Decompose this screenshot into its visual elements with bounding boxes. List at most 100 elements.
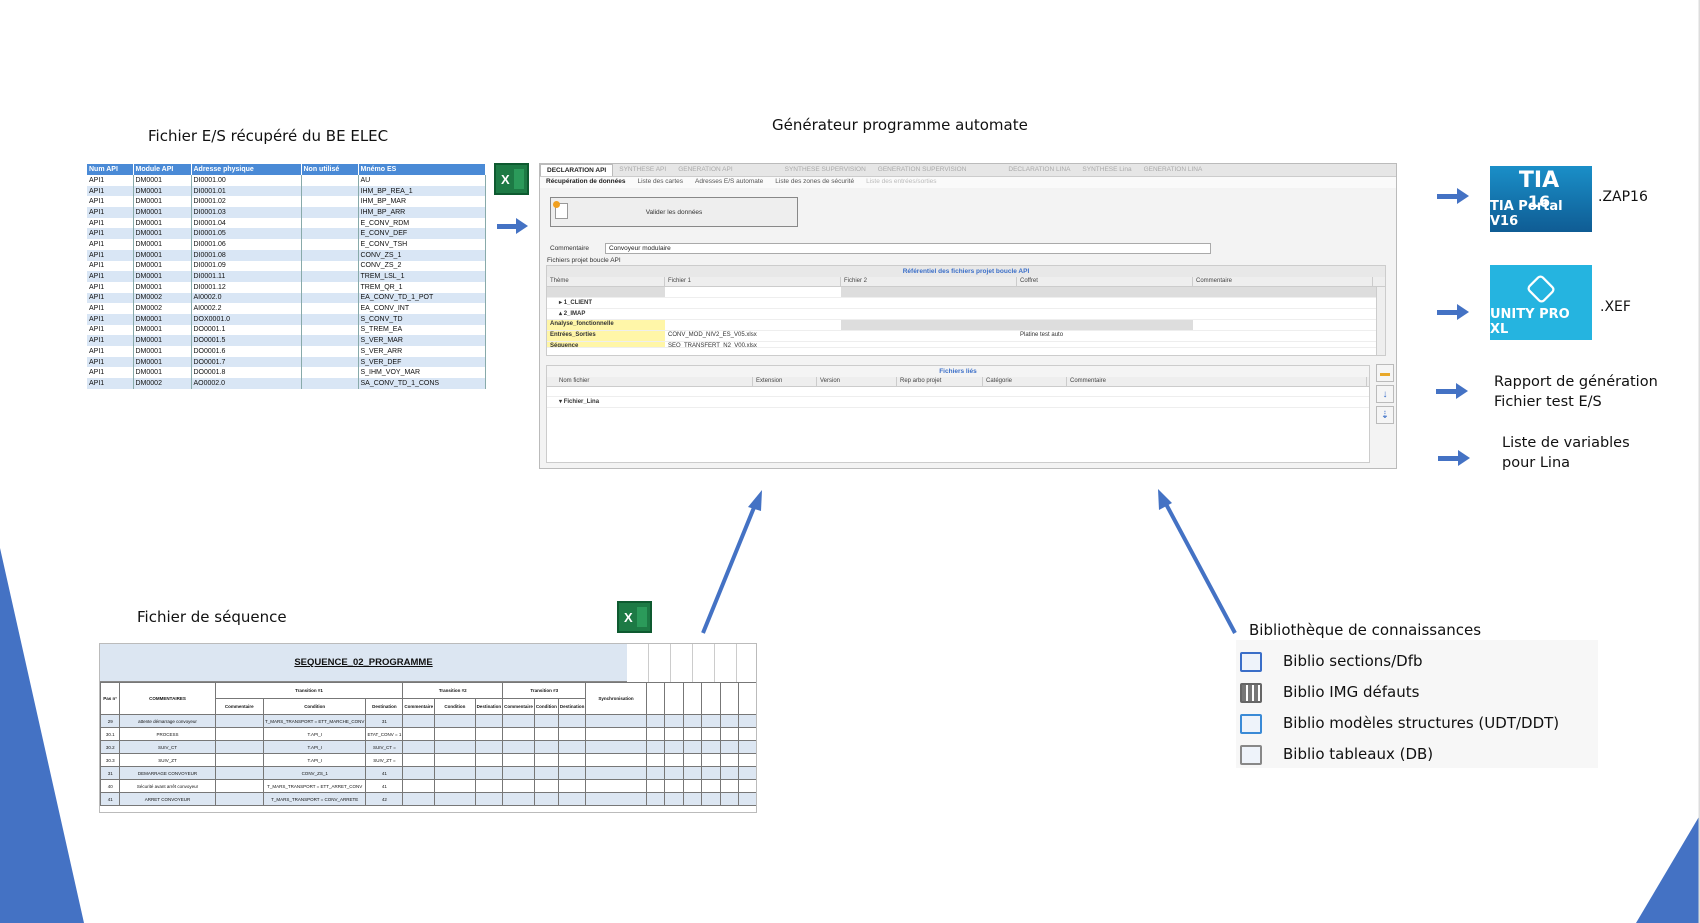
download-icon[interactable]: ↓ [1376,385,1394,403]
es-table-cell[interactable]: DI0001.08 [191,249,302,261]
es-table-row[interactable]: API1 DM0001 DI0001.08 CONV_ZS_1 [87,249,486,261]
es-table-cell[interactable]: E_CONV_TSH [358,239,486,250]
es-table-cell[interactable]: DM0001 [133,249,192,261]
col-num-api[interactable]: Num API [87,164,134,175]
linked-col-categorie[interactable]: Catégorie [983,377,1067,386]
es-table-cell[interactable] [301,260,359,272]
es-table-cell[interactable]: DI0001.09 [191,260,302,272]
subtab-adresses[interactable]: Adresses E/S automate [689,177,769,188]
es-table-row[interactable]: API1 DM0001 DI0001.06 E_CONV_TSH [87,239,486,250]
es-table-row[interactable]: API1 DM0002 AI0002.2 EA_CONV_INT [87,303,486,314]
es-table-cell[interactable]: S_CONV_TD [358,313,486,325]
es-table-row[interactable]: API1 DM0001 DO0001.8 S_IHM_VOY_MAR [87,367,486,379]
es-table-cell[interactable]: API1 [87,228,134,240]
tab-synthese-api[interactable]: SYNTHESE API [613,164,672,176]
es-table-cell[interactable]: S_TREM_EA [358,324,486,336]
linked-filter-row[interactable] [547,387,1369,397]
es-table-cell[interactable] [301,175,359,186]
es-table-row[interactable]: API1 DM0001 DI0001.00 AU [87,175,486,186]
es-table-cell[interactable]: CONV_ZS_2 [358,260,486,272]
es-table-cell[interactable]: API1 [87,207,134,218]
subtab-recuperation[interactable]: Récupération de données [540,177,631,188]
folder-icon[interactable]: ▬ [1376,364,1394,382]
es-table-cell[interactable]: DM0001 [133,207,192,218]
es-table-cell[interactable]: DM0001 [133,271,192,282]
subtab-zones[interactable]: Liste des zones de sécurité [769,177,860,188]
es-table-cell[interactable] [301,356,359,368]
es-table-cell[interactable]: CONV_ZS_1 [358,249,486,261]
tab-synthese-supervision[interactable]: SYNTHESE SUPERVISION [779,164,872,176]
es-table-cell[interactable]: DM0001 [133,228,192,240]
es-table-cell[interactable]: S_VER_ARR [358,346,486,357]
es-table-cell[interactable]: DM0002 [133,303,192,314]
tab-declaration-api[interactable]: DECLARATION API [540,164,614,176]
ref-row[interactable]: Entrées_Sorties CONV_MOD_NIV2_ES_V05.xls… [547,331,1385,342]
es-table-cell[interactable]: DM0001 [133,260,192,272]
validate-data-button[interactable]: Valider les données [550,197,798,227]
es-table-cell[interactable]: AI0002.0 [191,292,302,304]
es-table-cell[interactable]: EA_CONV_INT [358,303,486,314]
es-table-row[interactable]: API1 DM0001 DOX0001.0 S_CONV_TD [87,313,486,325]
es-table-cell[interactable]: DM0001 [133,185,192,197]
es-table-cell[interactable]: DI0001.06 [191,239,302,250]
es-table-row[interactable]: API1 DM0001 DI0001.05 E_CONV_DEF [87,228,486,240]
col-adresse[interactable]: Adresse physique [191,164,302,175]
ref-row[interactable]: ▸ 1_CLIENT [547,298,1385,309]
es-table-cell[interactable]: SA_CONV_TD_1_CONS [358,378,486,389]
es-table-cell[interactable]: DI0001.04 [191,217,302,229]
es-table-cell[interactable]: AI0002.2 [191,303,302,314]
es-table-cell[interactable]: API1 [87,239,134,250]
ref-col-fichier1[interactable]: Fichier 1 [665,277,841,286]
es-table-cell[interactable]: DM0001 [133,239,192,250]
es-table-row[interactable]: API1 DM0001 DI0001.01 IHM_BP_REA_1 [87,185,486,197]
es-table-cell[interactable] [301,271,359,282]
col-module-api[interactable]: Module API [133,164,192,175]
es-table-cell[interactable]: API1 [87,196,134,208]
es-table-row[interactable]: API1 DM0001 DO0001.1 S_TREM_EA [87,324,486,336]
es-table-row[interactable]: API1 DM0001 DI0001.03 IHM_BP_ARR [87,207,486,218]
es-table-cell[interactable] [301,228,359,240]
es-table-cell[interactable]: DM0001 [133,196,192,208]
ref-col-fichier2[interactable]: Fichier 2 [841,277,1017,286]
es-table-row[interactable]: API1 DM0001 DI0001.11 TREM_LSL_1 [87,271,486,282]
tab-generation-supervision[interactable]: GENERATION SUPERVISION [872,164,973,176]
es-table-cell[interactable]: DO0001.7 [191,356,302,368]
es-table-cell[interactable]: DI0001.02 [191,196,302,208]
es-table-cell[interactable] [301,335,359,346]
tab-declaration-lina[interactable]: DECLARATION LINA [1002,164,1076,176]
linked-col-nom[interactable]: Nom fichier [547,377,753,386]
linked-row[interactable]: ▾ Fichier_Lina [547,397,1369,408]
es-table-cell[interactable]: TREM_QR_1 [358,281,486,293]
es-table-row[interactable]: API1 DM0001 DI0001.09 CONV_ZS_2 [87,260,486,272]
es-table-cell[interactable]: S_VER_MAR [358,335,486,346]
linked-col-extension[interactable]: Extension [753,377,817,386]
ref-filter-row[interactable] [547,287,1385,298]
es-table-cell[interactable]: AU [358,175,486,186]
ref-row[interactable]: ▴ 2_IMAP [547,309,1385,320]
ref-row[interactable]: Séquence SEQ_TRANSFERT_N2_V00.xlsx [547,342,1385,348]
es-table-cell[interactable]: AO0002.0 [191,378,302,389]
tab-generation-api[interactable]: GENERATION API [672,164,738,176]
es-table-cell[interactable] [301,217,359,229]
es-table-cell[interactable]: IHM_BP_ARR [358,207,486,218]
ref-col-commentaire[interactable]: Commentaire [1193,277,1373,286]
es-table-cell[interactable] [301,303,359,314]
es-table-row[interactable]: API1 DM0001 DO0001.7 S_VER_DEF [87,356,486,368]
es-table-cell[interactable]: EA_CONV_TD_1_POT [358,292,486,304]
es-table-cell[interactable]: DOX0001.0 [191,313,302,325]
ref-col-theme[interactable]: Thème [547,277,665,286]
es-table-row[interactable]: API1 DM0001 DI0001.04 E_CONV_RDM [87,217,486,229]
es-table-cell[interactable]: DO0001.6 [191,346,302,357]
es-table-cell[interactable]: API1 [87,249,134,261]
es-table-cell[interactable]: API1 [87,175,134,186]
tab-synthese-lina[interactable]: SYNTHESE Lina [1076,164,1137,176]
es-table-cell[interactable]: DI0001.11 [191,271,302,282]
es-table-cell[interactable]: API1 [87,292,134,304]
linked-col-commentaire[interactable]: Commentaire [1067,377,1367,386]
es-table-cell[interactable]: DI0001.00 [191,175,302,186]
es-table-cell[interactable]: API1 [87,346,134,357]
es-table-cell[interactable]: API1 [87,260,134,272]
es-table-cell[interactable]: API1 [87,281,134,293]
es-table-cell[interactable] [301,281,359,293]
es-table-cell[interactable]: API1 [87,356,134,368]
